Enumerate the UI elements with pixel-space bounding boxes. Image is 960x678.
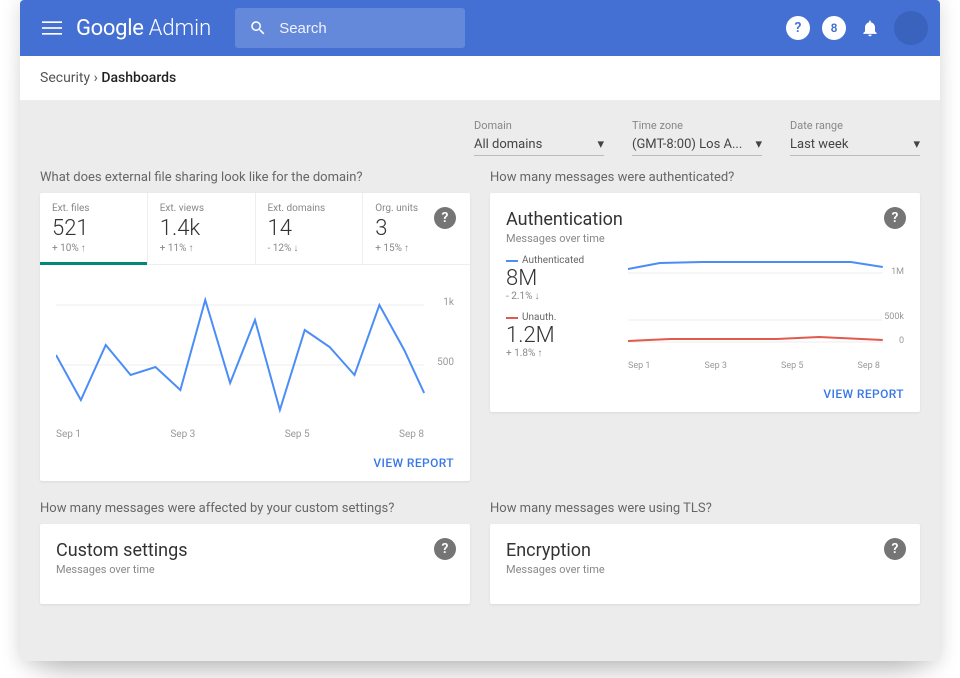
tab-ext-domains[interactable]: Ext. domains 14 - 12% xyxy=(256,193,364,264)
filter-bar: Domain All domains▾ Time zone (GMT-8:00)… xyxy=(40,119,920,156)
card-subtitle: Messages over time xyxy=(56,563,454,576)
card-heading: Custom settings xyxy=(56,540,454,561)
dropdown-icon: ▾ xyxy=(913,137,920,152)
panel-file-sharing: What does external file sharing look lik… xyxy=(40,170,470,481)
panel-title: What does external file sharing look lik… xyxy=(40,170,470,185)
line-chart: 1k 500 xyxy=(56,275,454,425)
metric-tabs: Ext. files 521 + 10% Ext. views 1.4k + 1… xyxy=(40,193,470,265)
help-icon[interactable]: ? xyxy=(780,10,816,46)
help-icon[interactable]: ? xyxy=(434,538,456,560)
panel-title: How many messages were affected by your … xyxy=(40,501,470,516)
search-box[interactable] xyxy=(235,8,465,48)
breadcrumb-current: Dashboards xyxy=(101,70,176,86)
series-authenticated: Authenticated 8M - 2.1% 1M xyxy=(506,255,904,302)
x-axis: Sep 1 Sep 3 Sep 5 Sep 8 xyxy=(56,429,454,440)
card-subtitle: Messages over time xyxy=(506,232,904,245)
card-heading: Encryption xyxy=(506,540,904,561)
view-report-link[interactable]: VIEW REPORT xyxy=(373,456,454,470)
filter-daterange[interactable]: Date range Last week▾ xyxy=(790,119,920,156)
app-logo: Google Admin xyxy=(76,16,211,41)
card-subtitle: Messages over time xyxy=(506,563,904,576)
logo-admin: Admin xyxy=(149,16,212,41)
logo-google: Google xyxy=(76,16,144,41)
dropdown-icon: ▾ xyxy=(597,137,604,152)
view-report-link[interactable]: VIEW REPORT xyxy=(823,387,904,401)
tab-org-units[interactable]: Org. units 3 + 15% xyxy=(363,193,470,264)
tab-ext-views[interactable]: Ext. views 1.4k + 11% xyxy=(148,193,256,264)
panel-authentication: How many messages were authenticated? ? … xyxy=(490,170,920,481)
filter-timezone[interactable]: Time zone (GMT-8:00) Los A...▾ xyxy=(632,119,762,156)
panel-title: How many messages were authenticated? xyxy=(490,170,920,185)
series-unauthenticated: Unauth. 1.2M + 1.8% 500k 0 xyxy=(506,312,904,359)
help-icon[interactable]: ? xyxy=(884,538,906,560)
x-axis: Sep 1 Sep 3 Sep 5 Sep 8 xyxy=(506,361,904,371)
notifications-icon[interactable] xyxy=(852,10,888,46)
dashboard-content: Domain All domains▾ Time zone (GMT-8:00)… xyxy=(20,101,940,661)
help-icon[interactable]: ? xyxy=(884,207,906,229)
card-heading: Authentication xyxy=(506,209,904,230)
panel-title: How many messages were using TLS? xyxy=(490,501,920,516)
search-icon xyxy=(249,19,267,37)
search-input[interactable] xyxy=(279,20,439,37)
tab-ext-files[interactable]: Ext. files 521 + 10% xyxy=(40,193,148,264)
top-bar: Google Admin ? 8 xyxy=(20,0,940,56)
avatar[interactable] xyxy=(894,11,928,45)
filter-domain[interactable]: Domain All domains▾ xyxy=(474,119,604,156)
dropdown-icon: ▾ xyxy=(755,137,762,152)
panel-encryption: How many messages were using TLS? ? Encr… xyxy=(490,501,920,604)
menu-icon[interactable] xyxy=(32,8,72,48)
breadcrumb: Security › Dashboards xyxy=(20,56,940,101)
apps-icon[interactable]: 8 xyxy=(816,10,852,46)
panel-custom-settings: How many messages were affected by your … xyxy=(40,501,470,604)
breadcrumb-root[interactable]: Security xyxy=(40,70,90,86)
